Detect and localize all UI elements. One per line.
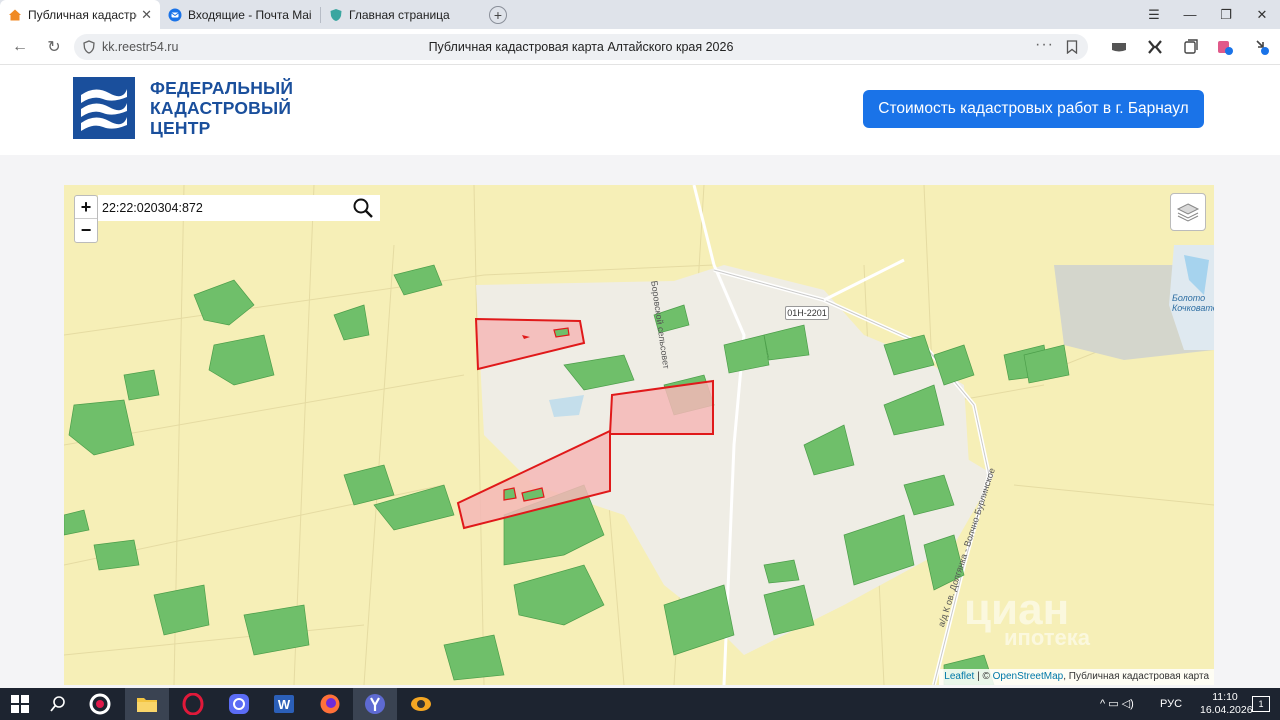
messenger-icon[interactable] (227, 692, 251, 716)
leaflet-link[interactable]: Leaflet (944, 671, 974, 682)
search-icon[interactable] (352, 197, 374, 219)
tab-home-page[interactable]: Главная страница (321, 0, 481, 29)
map-attribution: Leaflet | © OpenStreetMap, Публичная кад… (939, 669, 1214, 685)
svg-text:W: W (278, 697, 291, 712)
new-tab-button[interactable]: + (489, 5, 507, 24)
cadastral-search (98, 195, 380, 221)
file-explorer-icon[interactable] (135, 692, 159, 716)
tray-icons[interactable]: ^ ▭ ◁) (1100, 697, 1134, 710)
tab-title: Входящие - Почта Mail (188, 7, 312, 22)
reader-icon[interactable] (1110, 38, 1128, 56)
logo-line: ФЕДЕРАЛЬНЫЙ (150, 78, 294, 98)
zoom-control: + − (74, 195, 98, 243)
cadastral-cost-button[interactable]: Стоимость кадастровых работ в г. Барнаул (863, 90, 1204, 128)
minimize-icon[interactable]: — (1172, 7, 1208, 22)
window-controls: ☰ — ❐ ✕ (1136, 0, 1280, 29)
clock[interactable]: 11:10 16.04.2026 (1200, 691, 1253, 717)
extension-icon[interactable] (1146, 38, 1164, 56)
word-icon[interactable]: W (272, 692, 296, 716)
zoom-in-button[interactable]: + (75, 196, 97, 219)
download-icon[interactable] (1252, 38, 1270, 56)
road-badge: 01Н-2201 (785, 306, 829, 320)
browser-toolbar: ← ↻ kk.reestr54.ru Публичная кадастровая… (0, 29, 1280, 65)
search-taskbar-icon[interactable] (46, 692, 70, 716)
collections-icon[interactable] (1182, 38, 1200, 56)
watermark-sub: ипотека (1004, 625, 1090, 650)
opera-icon[interactable] (181, 692, 205, 716)
more-icon[interactable]: ··· (1035, 36, 1054, 54)
cadastral-number-input[interactable] (102, 198, 342, 218)
restore-icon[interactable]: ❐ (1208, 7, 1244, 23)
clock-time: 11:10 (1212, 691, 1238, 703)
site-header: ФЕДЕРАЛЬНЫЙ КАДАСТРОВЫЙ ЦЕНТР Стоимость … (0, 65, 1280, 155)
mail-icon (168, 8, 182, 22)
lake-label: Болото Кочковатое (1172, 293, 1214, 313)
tab-cadastral-map[interactable]: Публичная кадастрова ✕ (0, 0, 160, 29)
clock-date: 16.04.2026 (1200, 704, 1253, 716)
logo-line: ЦЕНТР (150, 118, 211, 138)
firefox-icon[interactable] (318, 692, 342, 716)
tab-title: Главная страница (349, 7, 450, 22)
browser-tab-bar: Публичная кадастрова ✕ Входящие - Почта … (0, 0, 1280, 29)
bookmark-icon[interactable] (1066, 40, 1078, 54)
profile-icon[interactable] (1216, 38, 1234, 56)
zoom-out-button[interactable]: − (75, 219, 97, 242)
address-bar[interactable]: kk.reestr54.ru Публичная кадастровая кар… (74, 34, 1088, 60)
notifications-icon[interactable]: 1 (1252, 696, 1270, 712)
osm-link[interactable]: OpenStreetMap (993, 671, 1064, 682)
language-indicator[interactable]: РУС (1160, 698, 1182, 710)
windows-taskbar: W ^ ▭ ◁) РУС 11:10 16.04.2026 1 (0, 688, 1280, 720)
watermark: циан ипотека (964, 585, 1090, 651)
attribution-rest: , Публичная кадастровая карта (1063, 671, 1209, 682)
menu-icon[interactable]: ☰ (1136, 7, 1172, 23)
close-icon[interactable]: ✕ (141, 7, 152, 23)
browser-app-icon[interactable] (88, 692, 112, 716)
fkc-logo-icon[interactable] (73, 77, 135, 139)
eye-app-icon[interactable] (409, 692, 433, 716)
layers-icon (1176, 203, 1200, 222)
logo-line: КАДАСТРОВЫЙ (150, 98, 292, 118)
shield-icon (329, 8, 343, 22)
attribution-separator: | © (974, 671, 993, 682)
tab-title: Публичная кадастрова (28, 7, 137, 22)
cadastral-map[interactable]: 01Н-2201 Боровской сельсовет а/д К ов. Д… (64, 185, 1214, 685)
reload-icon[interactable]: ↻ (44, 37, 64, 57)
logo-text[interactable]: ФЕДЕРАЛЬНЫЙ КАДАСТРОВЫЙ ЦЕНТР (150, 78, 293, 138)
back-arrow-icon[interactable]: ← (10, 37, 30, 57)
address-page-title: Публичная кадастровая карта Алтайского к… (428, 40, 734, 54)
home-icon (8, 8, 22, 22)
close-window-icon[interactable]: ✕ (1244, 7, 1280, 23)
windows-start-icon[interactable] (8, 692, 32, 716)
yandex-browser-icon[interactable] (363, 692, 387, 716)
tab-mail[interactable]: Входящие - Почта Mail (160, 0, 320, 29)
layers-button[interactable] (1170, 193, 1206, 231)
